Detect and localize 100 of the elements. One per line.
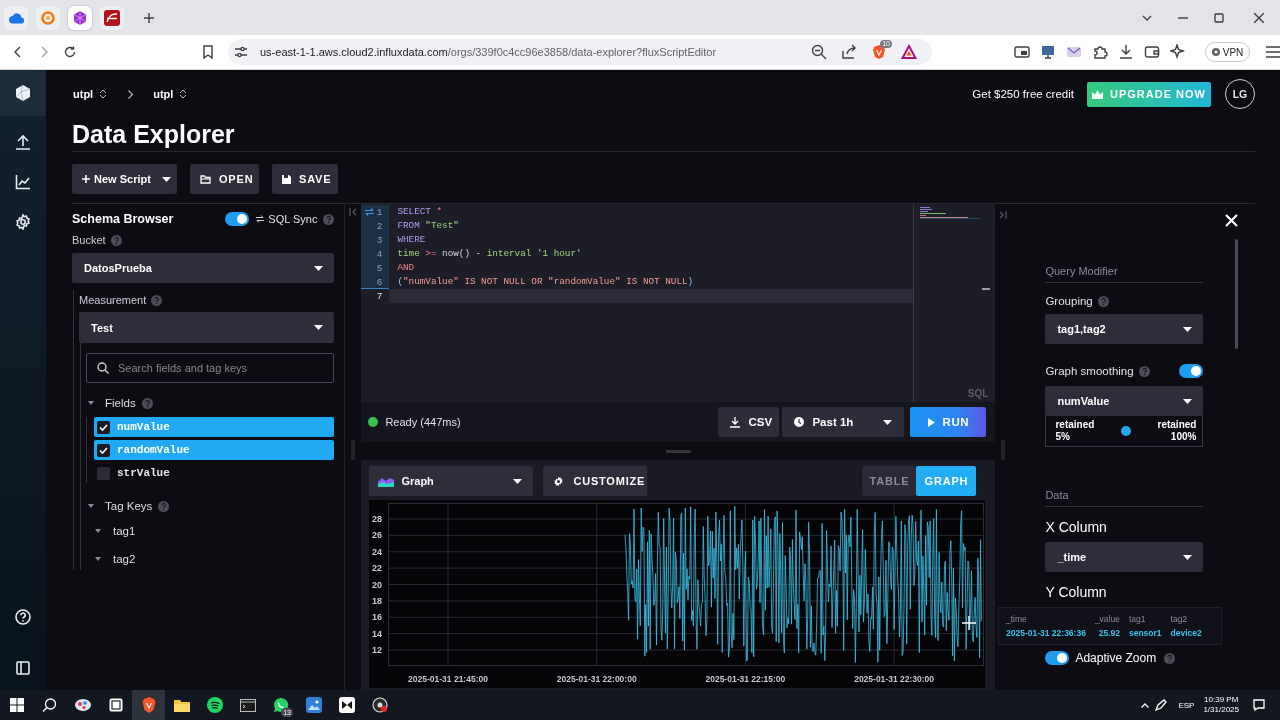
field-label: Measurement [79,294,147,306]
caret-icon[interactable] [95,557,101,561]
code-line[interactable]: FROM "Test" [389,219,914,233]
tag-key-item[interactable]: tag1 [86,524,335,538]
code-line[interactable]: ("numValue" IS NOT NULL OR "randomValue" IS NOT NULL) [389,275,914,289]
code-line[interactable]: WHERE [389,233,914,247]
triangle-icon[interactable] [901,44,917,60]
resize-handle[interactable] [665,449,691,453]
reload-icon[interactable] [64,46,76,58]
sidebar-toggle-icon[interactable] [16,661,30,675]
zoom-out-icon[interactable] [811,44,827,60]
view-tab[interactable]: TABLE [862,466,917,496]
measurement-dropdown[interactable]: Test [79,312,335,343]
line-number: 1 [376,206,383,218]
y-axis-label: 26 [372,530,383,541]
new-tab-icon[interactable] [144,12,154,23]
toggle-switch[interactable] [225,212,250,226]
tune-icon[interactable] [234,45,248,59]
updown-icon[interactable] [180,89,187,99]
tooltip-value: 25.92 [1098,628,1120,638]
window-icon[interactable] [1014,44,1030,60]
url-text[interactable]: us-east-1-1.aws.cloud2.influxdata.com/orgs/339f0c4cc96e3858/data-explorer?fluxScriptEditor [260,46,717,58]
search-field[interactable]: Search fields and tag keys [86,353,335,383]
ring-icon [40,9,56,26]
record-icon [371,697,388,713]
line-chart-icon[interactable] [15,174,31,190]
browser-tab[interactable] [100,5,124,30]
time-range-dropdown[interactable]: Past 1h [782,407,905,437]
save-button[interactable]: SAVE [272,164,338,194]
checkbox[interactable] [97,466,110,480]
csv-button[interactable]: CSV [718,407,780,437]
new-button[interactable]: New Script [72,164,177,194]
line-number: 5 [376,262,383,274]
monitor-icon[interactable] [1040,44,1056,60]
search-icon [42,697,57,713]
checkbox[interactable] [97,443,110,457]
toggle-switch[interactable] [1045,651,1070,665]
shield-icon[interactable] [871,44,887,60]
puzzle-icon[interactable] [1092,44,1108,60]
collapse-icon[interactable] [349,208,358,216]
tooltip-header: _time [1006,614,1028,624]
vpn-button[interactable]: VPN [1205,42,1250,62]
caret-icon[interactable] [88,504,94,508]
settings-icon[interactable] [15,214,31,230]
breadcrumb-item[interactable]: utpl [153,88,174,100]
grouping-dropdown[interactable]: tag1,tag2 [1045,314,1204,344]
download-icon[interactable] [1118,44,1134,60]
field-item[interactable]: strValue [94,463,335,483]
browser-tab[interactable] [4,5,28,30]
visualization-dropdown[interactable]: Graph [369,466,534,496]
toggle-label: Adaptive Zoom [1075,651,1157,665]
customize-button[interactable]: CUSTOMIZE [543,466,648,496]
language-indicator[interactable]: ESP [1178,700,1195,710]
close-icon[interactable] [1254,12,1264,23]
clock-date[interactable]: 1/31/2025 [1203,705,1239,715]
caret-icon [314,325,324,330]
resize-handle[interactable] [351,440,356,460]
chevron-up-icon[interactable] [1141,702,1150,708]
caret-icon [883,419,893,425]
smoothing-slider[interactable]: retained 5% retained 100% [1045,416,1204,447]
open-button[interactable]: OPEN [190,164,259,194]
code-line[interactable]: AND [389,261,914,275]
bucket-dropdown[interactable]: DatosPrueba [72,253,335,283]
updown-icon[interactable] [100,89,107,99]
toggle-switch[interactable] [1179,364,1204,378]
help-icon[interactable] [15,609,31,625]
field-label: Grouping [1045,295,1093,307]
breadcrumb-item[interactable]: utpl [73,88,94,100]
collapse-icon[interactable] [998,211,1007,219]
sparkle-icon[interactable] [1170,44,1186,60]
caret-icon[interactable] [95,529,101,533]
resize-handle[interactable] [1000,440,1005,460]
bookmark-icon[interactable] [202,45,214,59]
x-column-dropdown[interactable]: _time [1045,542,1204,572]
maximize-icon[interactable] [1214,12,1224,23]
notification-icon[interactable] [1253,699,1265,711]
upload-icon[interactable] [15,134,31,150]
caret-icon[interactable] [88,401,94,405]
checkbox[interactable] [97,420,110,434]
menu-icon[interactable] [1266,46,1280,58]
y-axis-label: 16 [372,612,383,623]
pen-icon[interactable] [1155,699,1168,711]
code-line[interactable]: SELECT * [389,205,914,219]
mail-icon[interactable] [1066,44,1082,60]
search-icon [97,362,109,374]
palette-icon [73,697,92,713]
play-icon [927,417,935,427]
browser-tab[interactable] [68,5,92,30]
slider-thumb[interactable] [1120,426,1131,436]
wallet-icon[interactable] [1144,44,1160,60]
clock-time[interactable]: 10:39 PM [1204,695,1239,705]
polyhedron-logo-icon[interactable] [14,84,32,102]
run-button[interactable]: RUN [910,407,987,437]
curve-tile-icon [104,9,120,26]
column-dropdown[interactable]: numValue [1045,386,1204,416]
section-label: Fields [105,397,136,409]
code-line[interactable]: time >= now() - interval '1 hour' [389,247,914,261]
share-icon[interactable] [841,44,857,60]
tag-key-item[interactable]: tag2 [86,552,335,566]
y-axis-label: 18 [372,595,383,606]
